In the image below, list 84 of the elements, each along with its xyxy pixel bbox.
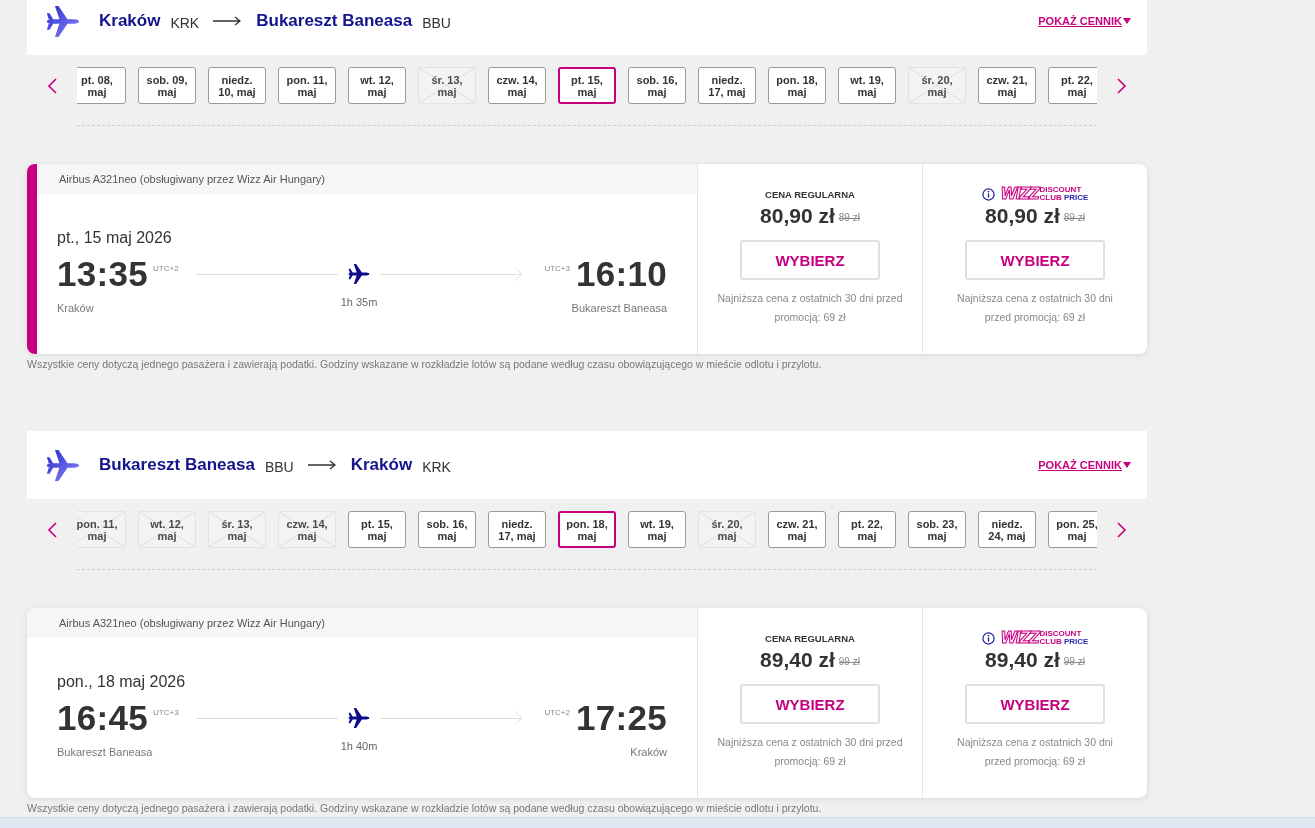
date-option[interactable]: sob. 16, maj xyxy=(418,511,476,548)
select-fare-button[interactable]: WYBIERZ xyxy=(740,684,880,724)
old-price: 99 zł xyxy=(838,655,860,667)
arrow-right-icon xyxy=(307,460,336,470)
destination-code: KRK xyxy=(422,458,451,475)
origin-city: Bukareszt Baneasa xyxy=(99,455,255,475)
fare-title: CENA REGULARNA xyxy=(765,632,855,644)
date-option[interactable]: pt. 15, maj xyxy=(558,67,616,104)
airplane-icon xyxy=(46,449,80,481)
select-fare-button[interactable]: WYBIERZ xyxy=(965,240,1105,280)
date-option[interactable]: czw. 14, maj xyxy=(488,67,546,104)
timezone-label: UTC+3 xyxy=(544,264,570,273)
chevron-left-icon xyxy=(47,521,57,538)
flight-date: pt., 15 maj 2026 xyxy=(57,228,173,248)
chevron-right-icon xyxy=(1117,77,1127,94)
flight-date: pon., 18 maj 2026 xyxy=(57,672,187,692)
aircraft-info: Airbus A321neo (obsługiwany przez Wizz Air Hungary) xyxy=(27,608,697,638)
info-icon[interactable] xyxy=(981,187,995,201)
date-option[interactable]: pon. 11, maj xyxy=(278,67,336,104)
timezone-label: UTC+2 xyxy=(544,708,570,717)
destination-city: Kraków xyxy=(350,455,413,475)
destination-code: BBU xyxy=(422,14,451,31)
timezone-label: UTC+3 xyxy=(153,708,179,717)
date-option[interactable]: pt. 08, maj xyxy=(77,67,126,104)
date-option[interactable]: sob. 16, maj xyxy=(628,67,686,104)
date-option[interactable]: sob. 09, maj xyxy=(138,67,196,104)
date-option[interactable]: pon. 25, maj xyxy=(1048,511,1097,548)
select-fare-button[interactable]: WYBIERZ xyxy=(965,684,1105,724)
arrival-time: 17:25 xyxy=(575,698,667,738)
old-price: 99 zł xyxy=(1063,655,1085,667)
date-option[interactable]: sob. 23, maj xyxy=(908,511,966,548)
fare-price: 89,40 zł xyxy=(985,648,1060,672)
chevron-left-icon xyxy=(47,77,57,94)
flight-duration: 1h 40m xyxy=(340,740,378,752)
old-price: 89 zł xyxy=(1063,211,1085,223)
date-option[interactable]: wt. 19, maj xyxy=(628,511,686,548)
departure-time: 13:35 xyxy=(57,254,149,294)
departure-city: Bukareszt Baneasa xyxy=(57,746,154,758)
lowest-price-note: Najniższa cena z ostatnich 30 dni przed promocją: 69 zł xyxy=(956,291,1114,325)
fare-price: 80,90 zł xyxy=(985,204,1060,228)
price-disclaimer: Wszystkie ceny dotyczą jednego pasażera i zawierają podatki. Godziny wskazane w rozkładzie lotów są podane według czasu obowiązującego w mieście odlotu i przylotu. xyxy=(27,357,823,371)
date-option[interactable]: pt. 15, maj xyxy=(348,511,406,548)
destination-city: Bukareszt Baneasa xyxy=(256,11,413,31)
arrow-right-icon xyxy=(213,16,242,26)
airplane-icon xyxy=(348,708,370,728)
departure-time: 16:45 xyxy=(57,698,149,738)
caret-down-icon xyxy=(1123,462,1131,468)
date-option[interactable]: czw. 21, maj xyxy=(768,511,826,548)
date-option[interactable]: czw. 21, maj xyxy=(978,67,1036,104)
date-option[interactable]: wt. 12, maj xyxy=(348,67,406,104)
origin-code: KRK xyxy=(170,14,200,31)
select-fare-button[interactable]: WYBIERZ xyxy=(740,240,880,280)
date-option[interactable]: pt. 22, maj xyxy=(838,511,896,548)
chevron-right-icon xyxy=(1117,521,1127,538)
arrival-city: Bukareszt Baneasa xyxy=(571,302,667,314)
date-option[interactable]: niedz. 24, maj xyxy=(978,511,1036,548)
date-option[interactable]: pon. 18, maj xyxy=(558,511,616,548)
date-option[interactable]: pon. 18, maj xyxy=(768,67,826,104)
origin-code: BBU xyxy=(264,458,294,475)
departure-city: Kraków xyxy=(57,302,95,314)
lowest-price-note: Najniższa cena z ostatnich 30 dni przed promocją: 69 zł xyxy=(956,735,1114,769)
airplane-icon xyxy=(46,5,80,37)
price-disclaimer: Wszystkie ceny dotyczą jednego pasażera i zawierają podatki. Godziny wskazane w rozkładzie lotów są podane według czasu obowiązującego w mieście odlotu i przylotu. xyxy=(27,801,823,815)
date-option[interactable]: niedz. 17, maj xyxy=(698,67,756,104)
origin-city: Kraków xyxy=(99,11,161,31)
date-option[interactable]: wt. 19, maj xyxy=(838,67,896,104)
arrival-city: Kraków xyxy=(630,746,667,758)
lowest-price-note: Najniższa cena z ostatnich 30 dni przed promocją: 69 zł xyxy=(716,735,904,769)
show-prices-link[interactable]: POKAŻ CENNIK xyxy=(1038,15,1131,27)
old-price: 89 zł xyxy=(838,211,860,223)
date-option[interactable]: niedz. 10, maj xyxy=(208,67,266,104)
fare-price: 80,90 zł xyxy=(760,204,835,228)
arrival-time: 16:10 xyxy=(575,254,667,294)
info-icon[interactable] xyxy=(981,631,995,645)
flight-duration: 1h 35m xyxy=(340,296,378,308)
date-option[interactable]: niedz. 17, maj xyxy=(488,511,546,548)
timezone-label: UTC+2 xyxy=(153,264,179,273)
lowest-price-note: Najniższa cena z ostatnich 30 dni przed promocją: 69 zł xyxy=(716,291,904,325)
caret-down-icon xyxy=(1123,18,1131,24)
fare-title: CENA REGULARNA xyxy=(765,188,855,200)
show-prices-link[interactable]: POKAŻ CENNIK xyxy=(1038,459,1131,471)
date-option[interactable]: pt. 22, maj xyxy=(1048,67,1097,104)
airplane-icon xyxy=(348,264,370,284)
fare-price: 89,40 zł xyxy=(760,648,835,672)
